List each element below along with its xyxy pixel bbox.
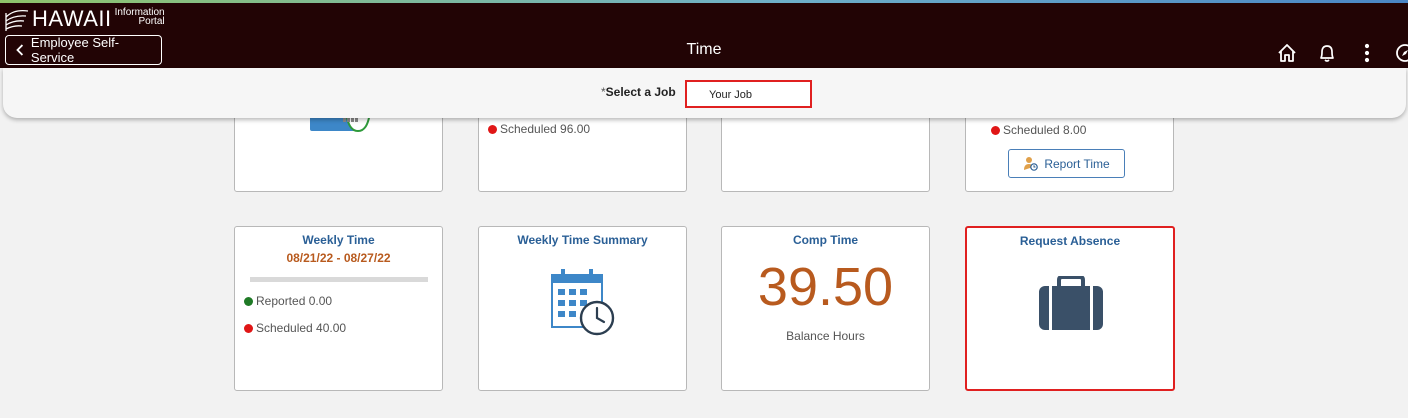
hawaii-portal-logo[interactable]: HAWAII Information Portal xyxy=(4,7,165,33)
weekly-time-summary-tile[interactable]: Weekly Time Summary xyxy=(478,226,687,391)
reported-stat: Reported 0.00 xyxy=(244,294,332,308)
report-time-button[interactable]: Report Time xyxy=(1008,149,1125,178)
report-time-person-icon xyxy=(1024,157,1039,171)
page-title: Time xyxy=(686,41,722,58)
progress-bar xyxy=(250,277,428,282)
tile-title: Weekly Time xyxy=(302,233,375,247)
briefcase-icon xyxy=(1039,276,1103,330)
tile-title: Comp Time xyxy=(792,233,859,247)
calendar-clock-icon xyxy=(551,269,615,336)
more-vertical-icon[interactable] xyxy=(1356,42,1378,64)
weekly-time-tile[interactable]: Weekly Time 08/21/22 - 08/27/22 Reported… xyxy=(234,226,443,391)
job-select-label: *Select a Job xyxy=(601,85,676,99)
tile-title: Request Absence xyxy=(1019,234,1121,248)
green-status-dot xyxy=(244,297,253,306)
balance-hours-caption: Balance Hours xyxy=(786,329,865,343)
logo-wordmark: HAWAII xyxy=(32,6,112,31)
scheduled-stat: Scheduled 40.00 xyxy=(244,321,346,335)
comp-time-tile[interactable]: Comp Time 39.50 Balance Hours xyxy=(721,226,930,391)
job-selector-bar: *Select a Job Your Job xyxy=(3,68,1406,118)
compass-icon[interactable] xyxy=(1394,42,1408,64)
comp-time-balance-value: 39.50 xyxy=(757,257,894,317)
job-select-dropdown[interactable]: Your Job xyxy=(685,80,812,108)
red-status-dot xyxy=(991,126,1000,135)
app-header: HAWAII Information Portal Employee Self-… xyxy=(0,3,1408,68)
scheduled-stat: Scheduled 8.00 xyxy=(991,123,1086,137)
red-status-dot xyxy=(488,125,497,134)
tile-title: Weekly Time Summary xyxy=(517,233,648,247)
week-date-range: 08/21/22 - 08/27/22 xyxy=(286,251,391,265)
bell-icon[interactable] xyxy=(1316,42,1338,64)
request-absence-tile[interactable]: Request Absence xyxy=(965,226,1175,391)
red-status-dot xyxy=(244,324,253,333)
logo-subtitle: Information Portal xyxy=(114,7,165,27)
home-icon[interactable] xyxy=(1276,42,1298,64)
hawaii-logo-icon xyxy=(5,9,29,31)
scheduled-stat: Scheduled 96.00 xyxy=(488,122,590,136)
